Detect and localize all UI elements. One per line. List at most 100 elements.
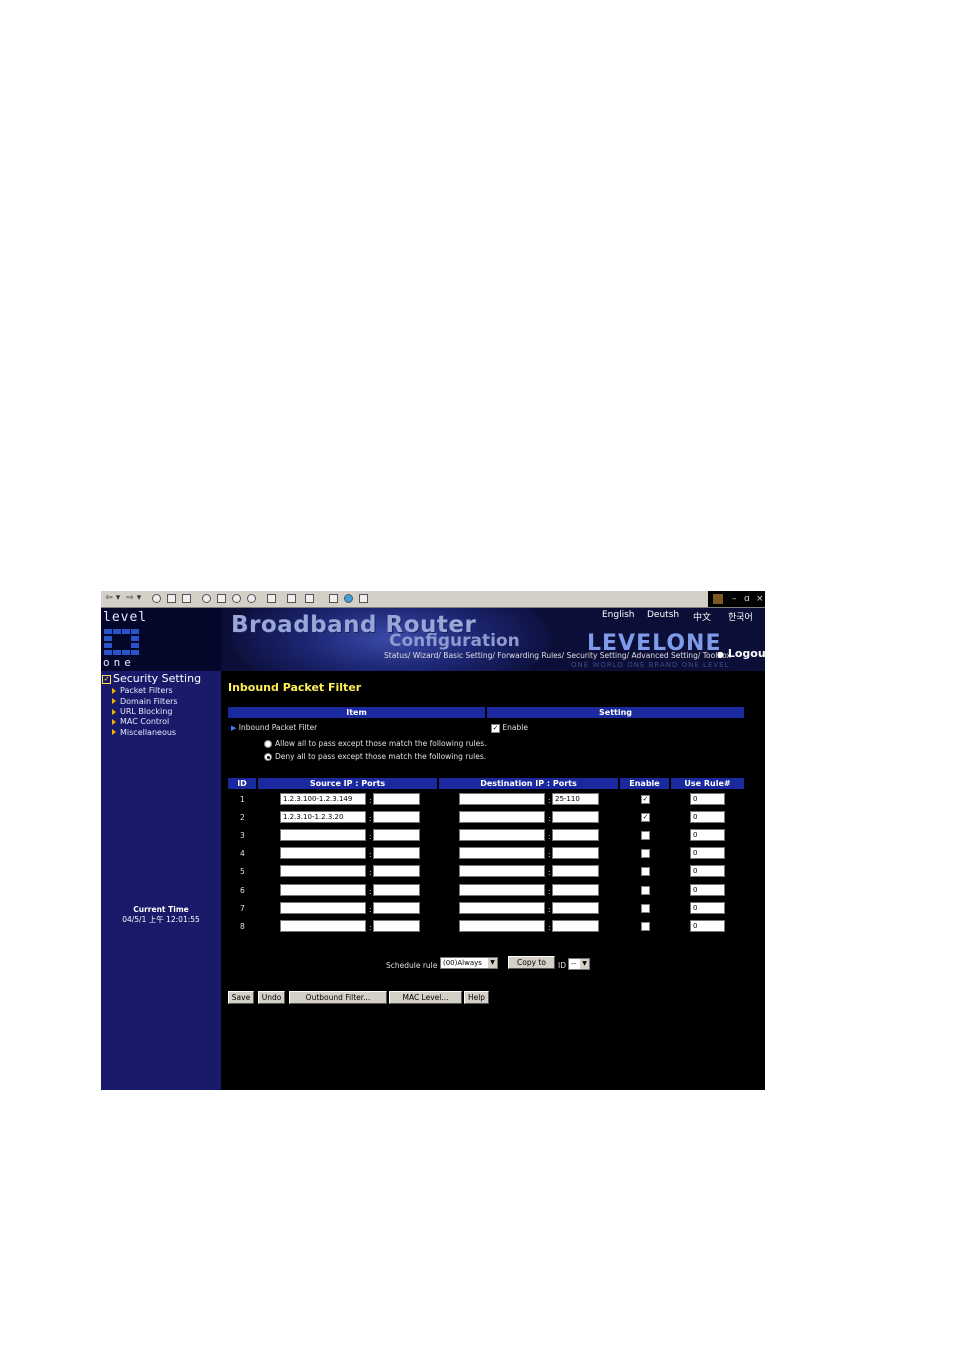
history-icon[interactable] — [232, 594, 241, 603]
source-ip-input[interactable] — [280, 829, 366, 842]
top-nav-links[interactable]: Status/ Wizard/ Basic Setting/ Forwardin… — [384, 651, 731, 660]
rule-enable-checkbox[interactable]: ✓ — [641, 813, 650, 823]
sidebar-item-mac-control[interactable]: MAC Control — [112, 717, 169, 726]
destination-port-input[interactable] — [552, 919, 599, 932]
lang-chinese-link[interactable]: 中文 — [693, 610, 711, 623]
restore-button[interactable]: ɑ — [744, 591, 750, 607]
colon-separator: : — [369, 850, 372, 860]
help-button[interactable]: Help — [464, 991, 489, 1004]
source-port-input[interactable] — [373, 829, 420, 842]
use-rule-input[interactable]: 0 — [690, 847, 725, 860]
search-icon[interactable] — [202, 594, 211, 603]
favorites-icon[interactable] — [217, 594, 226, 603]
destination-ip-input[interactable] — [459, 847, 545, 860]
current-time-label: Current Time — [133, 905, 189, 914]
source-port-input[interactable] — [373, 793, 420, 805]
destination-port-input[interactable]: 25-110 — [552, 793, 599, 805]
rule-enable-checkbox[interactable] — [641, 867, 650, 877]
destination-ip-input[interactable] — [459, 865, 545, 878]
save-button[interactable]: Save — [228, 991, 254, 1004]
sidebar-item-packet-filters[interactable]: Packet Filters — [112, 686, 173, 695]
lang-english-link[interactable]: English — [602, 610, 635, 620]
deny-option[interactable]: Deny all to pass except those match the … — [264, 752, 486, 761]
source-ip-input[interactable]: 1.2.3.100-1.2.3.149 — [280, 793, 366, 805]
rule-enable-checkbox[interactable] — [641, 903, 650, 913]
use-rule-input[interactable]: 0 — [690, 811, 725, 824]
close-button[interactable]: × — [756, 591, 764, 607]
use-rule-input[interactable]: 0 — [690, 829, 725, 842]
enable-checkbox[interactable]: ✓ — [491, 723, 500, 733]
stop-icon[interactable] — [152, 594, 161, 603]
use-rule-input[interactable]: 0 — [690, 865, 725, 878]
edit-icon[interactable] — [287, 594, 296, 603]
use-rule-input[interactable]: 0 — [690, 793, 725, 805]
source-port-input[interactable] — [373, 811, 420, 824]
colon-separator: : — [369, 796, 372, 805]
copy-to-button[interactable]: Copy to — [508, 956, 555, 969]
use-rule-input[interactable]: 0 — [690, 883, 725, 896]
destination-ip-input[interactable] — [459, 793, 545, 805]
copy-id-select[interactable]: -- ▼ — [568, 958, 590, 970]
rule-enable-checkbox[interactable] — [641, 849, 650, 859]
messenger-icon[interactable] — [344, 594, 353, 603]
rule-enable-checkbox[interactable] — [641, 921, 650, 931]
destination-ip-input[interactable] — [459, 883, 545, 896]
back-dropdown-icon[interactable]: ▾ — [115, 593, 121, 604]
destination-port-input[interactable] — [552, 829, 599, 842]
destination-port-input[interactable] — [552, 847, 599, 860]
lang-deutsch-link[interactable]: Deutsh — [647, 610, 679, 620]
forward-icon[interactable]: ⇨ — [125, 593, 135, 604]
colon-separator: : — [369, 904, 372, 914]
sidebar-item-miscellaneous[interactable]: Miscellaneous — [112, 728, 176, 737]
use-rule-input[interactable]: 0 — [690, 919, 725, 932]
source-port-input[interactable] — [373, 847, 420, 860]
sidebar-item-domain-filters[interactable]: Domain Filters — [112, 697, 178, 706]
source-port-input[interactable] — [373, 865, 420, 878]
destination-ip-input[interactable] — [459, 919, 545, 932]
source-ip-input[interactable] — [280, 847, 366, 860]
source-port-input[interactable] — [373, 919, 420, 932]
home-icon[interactable] — [182, 594, 191, 603]
schedule-rule-select[interactable]: (00)Always ▼ — [440, 957, 498, 969]
allow-option[interactable]: Allow all to pass except those match the… — [264, 739, 487, 748]
use-rule-input[interactable]: 0 — [690, 901, 725, 914]
source-ip-input[interactable] — [280, 919, 366, 932]
back-icon[interactable]: ⇦ — [104, 593, 114, 604]
forward-dropdown-icon[interactable]: ▾ — [136, 593, 142, 604]
destination-port-input[interactable] — [552, 883, 599, 896]
deny-radio[interactable] — [264, 753, 272, 761]
research-icon[interactable] — [329, 594, 338, 603]
lang-korean-link[interactable]: 한국어 — [728, 610, 753, 623]
destination-port-input[interactable] — [552, 865, 599, 878]
destination-port-input[interactable] — [552, 901, 599, 914]
enable-option[interactable]: ✓ Enable — [491, 723, 528, 733]
allow-radio[interactable] — [264, 740, 272, 748]
undo-button[interactable]: Undo — [258, 991, 285, 1004]
sidebar-section[interactable]: ✓ Security Setting — [102, 672, 201, 685]
discuss-icon[interactable] — [305, 594, 314, 603]
colon-separator: : — [548, 904, 551, 914]
source-ip-input[interactable] — [280, 901, 366, 914]
print-icon[interactable] — [267, 594, 276, 603]
col-header-enable: Enable — [620, 778, 669, 789]
source-ip-input[interactable] — [280, 865, 366, 878]
source-ip-input[interactable] — [280, 883, 366, 896]
mail-icon[interactable] — [247, 594, 256, 603]
logout-link[interactable]: ● Logout — [717, 647, 765, 660]
rule-enable-checkbox[interactable] — [641, 831, 650, 841]
source-port-input[interactable] — [373, 883, 420, 896]
source-port-input[interactable] — [373, 901, 420, 914]
destination-port-input[interactable] — [552, 811, 599, 824]
minimize-button[interactable]: – — [732, 591, 737, 607]
sidebar-item-url-blocking[interactable]: URL Blocking — [112, 707, 172, 716]
destination-ip-input[interactable] — [459, 811, 545, 824]
refresh-icon[interactable] — [167, 594, 176, 603]
outbound-filter-button[interactable]: Outbound Filter... — [289, 991, 387, 1004]
destination-ip-input[interactable] — [459, 901, 545, 914]
destination-ip-input[interactable] — [459, 829, 545, 842]
rule-enable-checkbox[interactable] — [641, 885, 650, 895]
media-icon[interactable] — [359, 594, 368, 603]
rule-enable-checkbox[interactable]: ✓ — [641, 795, 650, 804]
source-ip-input[interactable]: 1.2.3.10-1.2.3.20 — [280, 811, 366, 824]
mac-level-button[interactable]: MAC Level... — [389, 991, 462, 1004]
